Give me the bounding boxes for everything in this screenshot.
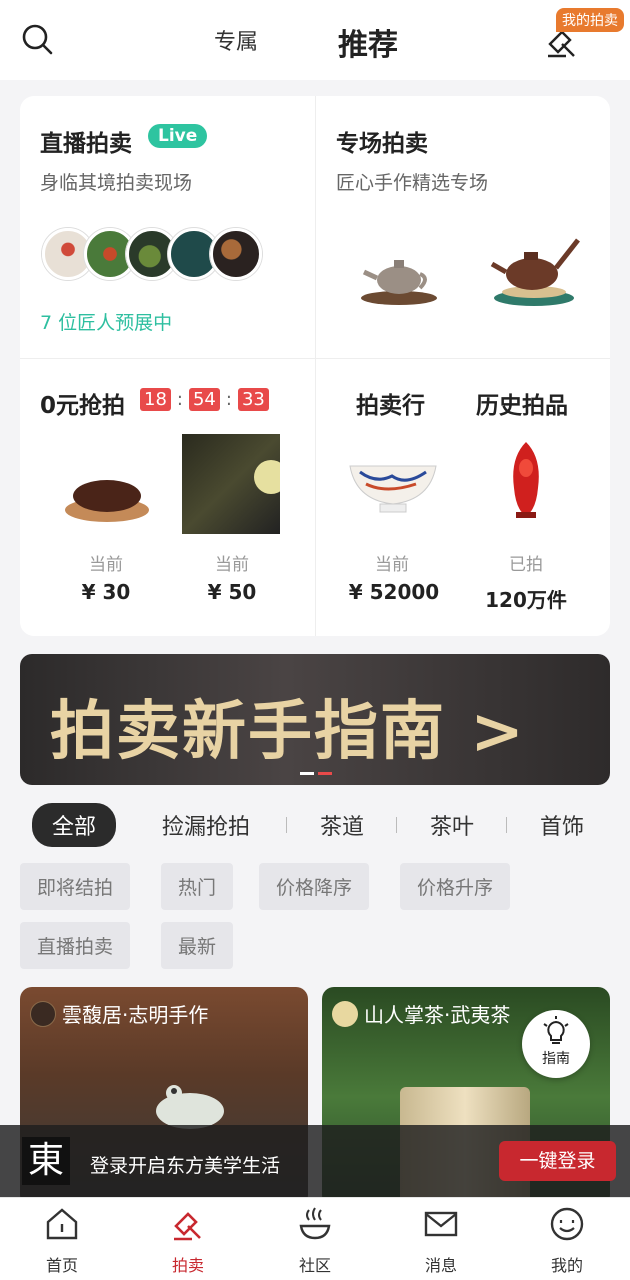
nav-label: 我的 [550,1256,583,1275]
teapot-image [361,260,437,305]
timer-minutes: 54 [188,388,220,411]
home-icon [46,1208,78,1240]
login-prompt: 登录开启东方美学生活 [90,1155,281,1177]
timer-hours: 18 [140,388,171,411]
item-price: ¥ 30 [81,580,131,604]
nav-profile[interactable]: 我的 [527,1206,607,1276]
live-auction-subtitle: 身临其境拍卖现场 [40,172,193,194]
teapot-image [490,238,580,306]
filter-live[interactable]: 直播拍卖 [20,922,131,969]
porcelain-bowl-image [349,465,437,513]
guide-button[interactable]: 指南 [522,1010,590,1078]
nav-label: 社区 [298,1256,331,1275]
carousel-dots [300,772,332,775]
filter-ending-soon[interactable]: 即将结拍 [20,863,131,910]
nav-messages[interactable]: 消息 [401,1206,481,1276]
tab-jewelry[interactable]: 首饰 [540,809,584,841]
profile-icon [550,1207,584,1241]
guide-label: 指南 [542,1051,570,1067]
zero-auction-title: 0元抢拍 [40,393,126,419]
tea-leaves-image [182,434,280,534]
banner-text: 拍卖新手指南 > [50,694,526,769]
tab-tea[interactable]: 茶叶 [430,809,474,841]
filter-hot[interactable]: 热门 [161,863,234,910]
live-badge: Live [148,124,208,148]
feature-card: 直播拍卖 Live 身临其境拍卖现场 7 位匠人预展中 专场拍卖 匠心手作精选专… [20,96,610,636]
filter-newest[interactable]: 最新 [161,922,234,969]
bottom-nav: 首页 拍卖 社区 消息 我的 [0,1197,630,1280]
filter-price-asc[interactable]: 价格升序 [400,863,511,910]
shop-label: 山人掌茶·武夷茶 [332,999,510,1028]
divider [286,817,287,833]
item-price: ¥ 52000 [348,580,440,604]
live-auction-title: 直播拍卖 [40,131,132,157]
item-label: 当前 [375,555,409,575]
item-label: 当前 [89,555,123,575]
tab-all[interactable]: 全部 [32,803,117,847]
nav-label: 消息 [424,1256,457,1275]
special-auction-title: 专场拍卖 [336,131,428,157]
tab-tea-ceremony[interactable]: 茶道 [320,809,364,841]
search-icon[interactable] [20,22,54,56]
shop-logo [30,1000,56,1027]
nav-home[interactable]: 首页 [22,1206,102,1276]
preview-count: 7 位匠人预展中 [40,312,173,334]
auction-house-title: 拍卖行 [356,393,425,419]
special-auction-subtitle: 匠心手作精选专场 [336,172,489,194]
carousel-dot [318,772,332,775]
frog-figurine-image [156,1085,224,1129]
shop-logo [332,1000,358,1027]
item-label: 当前 [215,555,249,575]
divider [20,358,610,359]
tab-recommend[interactable]: 推荐 [338,20,398,64]
shop-name: 山人掌茶·武夷茶 [364,1003,511,1027]
top-header: 专属 推荐 我的拍卖 [0,0,630,80]
divider [315,96,316,636]
countdown-timer: 18 : 54 : 33 [140,388,269,411]
item-price: ¥ 50 [207,580,257,604]
guide-banner[interactable]: 拍卖新手指南 > [20,654,610,785]
tea-leaves-image [65,480,149,522]
gavel-icon [174,1212,201,1241]
shop-label: 雲馥居·志明手作 [30,999,208,1028]
divider [506,817,507,833]
item-label: 已拍 [509,555,543,575]
my-auction-badge[interactable]: 我的拍卖 [556,8,624,32]
nav-community[interactable]: 社区 [275,1206,355,1276]
shop-name: 雲馥居·志明手作 [62,1003,209,1027]
carousel-dot [300,772,314,775]
one-click-login-button[interactable]: 一键登录 [499,1141,616,1181]
category-tabs: 全部 捡漏抢拍 茶道 茶叶 首饰 [20,803,630,847]
tab-bargain[interactable]: 捡漏抢拍 [162,809,250,841]
red-statue-image [513,442,539,518]
message-icon [424,1211,458,1237]
nav-auction[interactable]: 拍卖 [148,1206,228,1276]
history-title: 历史拍品 [476,393,568,419]
app-logo: 東 [22,1137,70,1185]
tab-exclusive[interactable]: 专属 [214,24,258,56]
nav-label: 拍卖 [171,1256,204,1275]
timer-seconds: 33 [237,388,269,411]
login-banner: 東 登录开启东方美学生活 一键登录 [0,1125,630,1197]
divider [396,817,397,833]
avatar [210,228,262,280]
nav-label: 首页 [45,1256,78,1275]
filter-price-desc[interactable]: 价格降序 [259,863,370,910]
lightbulb-icon [543,1016,569,1044]
history-count: 120万件 [485,588,567,612]
community-icon [299,1207,331,1240]
